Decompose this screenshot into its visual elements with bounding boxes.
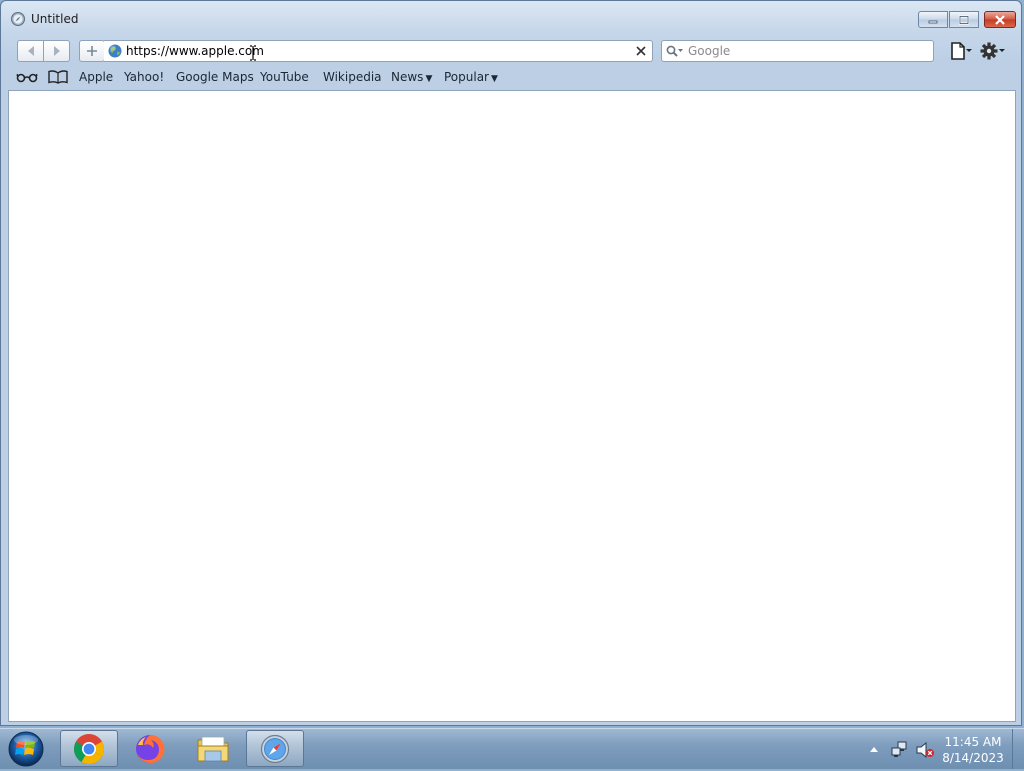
bookmark-label: Google Maps (176, 70, 254, 84)
dropdown-arrow-icon: ▼ (425, 74, 433, 84)
settings-menu-button[interactable] (979, 41, 1007, 61)
search-icon (666, 45, 683, 57)
forward-button[interactable] (43, 40, 70, 62)
windows-start-icon (8, 731, 44, 767)
page-content[interactable] (8, 90, 1016, 722)
safari-app-icon (11, 12, 25, 26)
page-menu-button[interactable] (949, 41, 975, 61)
close-button[interactable] (984, 11, 1016, 28)
bookmark-wikipedia[interactable]: Wikipedia (323, 70, 382, 84)
clock-time: 11:45 AM (944, 735, 1002, 749)
minimize-icon (928, 20, 938, 23)
restore-button[interactable] (949, 11, 979, 28)
gear-icon (980, 42, 1005, 60)
taskbar-safari[interactable] (246, 730, 304, 767)
chrome-icon (73, 733, 105, 764)
bookmark-yahoo[interactable]: Yahoo! (124, 70, 164, 84)
bookmark-popular-menu[interactable]: Popular ▼ (444, 70, 498, 84)
bookmark-youtube[interactable]: YouTube (260, 70, 309, 84)
bookmarks-bar: Apple Yahoo! Google Maps YouTube Wikiped… (1, 65, 1021, 89)
bookmark-label: Popular (444, 70, 489, 84)
bookmark-label: Wikipedia (323, 70, 382, 84)
window-title: Untitled (31, 12, 79, 26)
taskbar: 11:45 AM 8/14/2023 (0, 728, 1024, 769)
bookmark-label: Yahoo! (124, 70, 165, 84)
globe-icon (108, 44, 122, 58)
clock-date: 8/14/2023 (942, 751, 1004, 765)
dropdown-arrow-icon: ▼ (491, 74, 498, 84)
start-button[interactable] (4, 730, 48, 768)
page-icon (951, 42, 972, 60)
show-desktop-button[interactable] (1012, 729, 1024, 769)
windows-explorer-icon (197, 736, 229, 761)
url-input[interactable] (126, 43, 626, 59)
title-bar[interactable]: Untitled (1, 1, 1021, 35)
search-box[interactable] (661, 40, 934, 62)
volume-muted-icon[interactable] (915, 741, 935, 759)
network-icon[interactable] (890, 741, 908, 759)
search-input[interactable] (688, 43, 928, 59)
book-icon[interactable] (48, 70, 68, 84)
text-cursor-icon (250, 45, 256, 61)
back-button[interactable] (17, 40, 44, 62)
bookmark-label: News (391, 70, 424, 84)
back-arrow-icon (27, 46, 34, 56)
reading-list-icon[interactable] (16, 71, 38, 83)
browser-window: Untitled https://www.apple.com Google Ap… (0, 0, 1022, 726)
taskbar-chrome[interactable] (60, 730, 118, 767)
bookmark-google-maps[interactable]: Google Maps (176, 70, 254, 84)
safari-icon (260, 734, 290, 763)
bookmark-news-menu[interactable]: News ▼ (391, 70, 432, 84)
minimize-button[interactable] (918, 11, 948, 28)
bookmark-apple[interactable]: Apple (79, 70, 113, 84)
add-bookmark-button[interactable] (79, 40, 105, 62)
taskbar-explorer[interactable] (184, 730, 242, 767)
restore-icon (958, 14, 970, 25)
close-icon (995, 14, 1005, 25)
show-hidden-icons-icon[interactable] (869, 745, 879, 753)
taskbar-firefox[interactable] (121, 730, 179, 767)
system-clock[interactable]: 11:45 AM 8/14/2023 (940, 734, 1006, 766)
bookmark-label: YouTube (260, 70, 309, 84)
bookmark-label: Apple (79, 70, 114, 84)
address-bar[interactable] (104, 40, 653, 62)
firefox-icon (136, 734, 165, 763)
forward-arrow-icon (53, 46, 60, 56)
clear-url-icon[interactable] (635, 45, 647, 57)
plus-icon (87, 46, 97, 56)
